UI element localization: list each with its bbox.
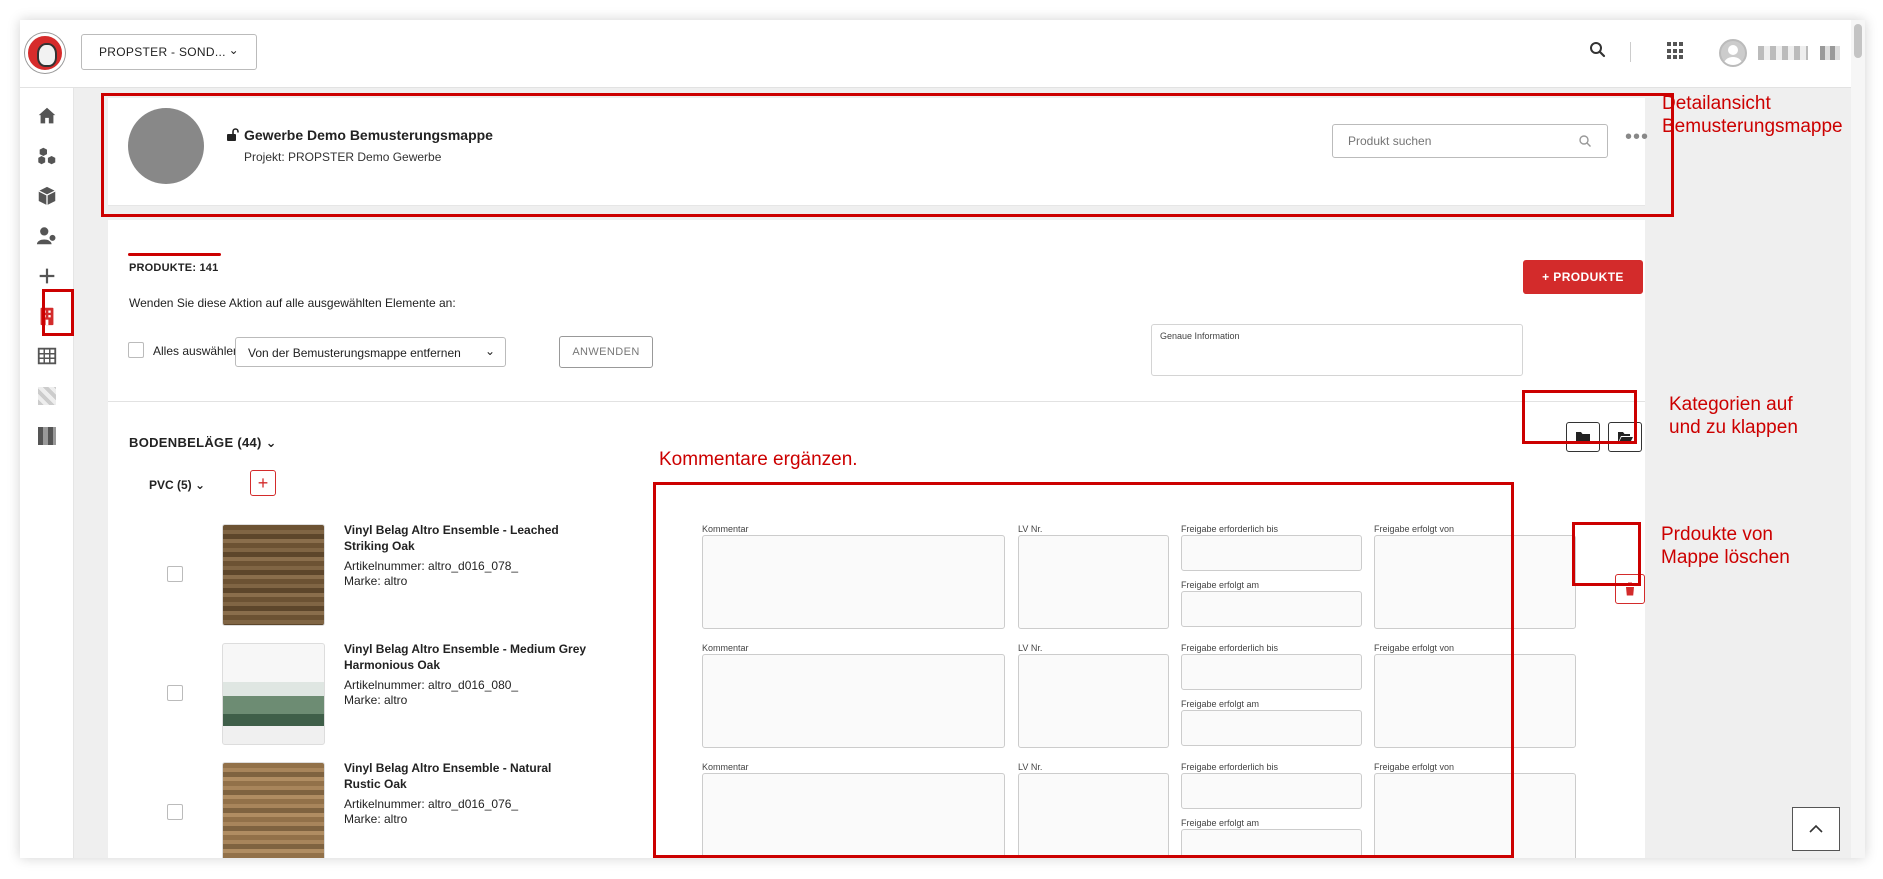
apply-button[interactable]: ANWENDEN	[559, 336, 653, 368]
product-name[interactable]: Vinyl Belag Altro Ensemble - Natural Rus…	[344, 760, 604, 792]
product-article: Artikelnummer: altro_d016_080_	[344, 678, 519, 692]
info-field-label: Genaue Information	[1160, 331, 1240, 341]
annotation-box-delete	[1572, 522, 1641, 586]
bulk-action-value: Von der Bemusterungsmappe entfernen	[248, 346, 461, 360]
select-all-label: Alles auswählen	[153, 344, 240, 358]
chevron-down-icon: ⌄	[195, 478, 206, 492]
category-title: BODENBELÄGE (44)	[129, 435, 262, 450]
add-to-subcategory-button[interactable]: +	[250, 470, 276, 496]
product-image[interactable]	[222, 524, 325, 626]
user-menu-blurred[interactable]	[1820, 46, 1840, 60]
chevron-down-icon: ⌄	[484, 344, 495, 358]
category-toggle[interactable]: BODENBELÄGE (44) ⌄	[129, 435, 277, 451]
products-count: PRODUKTE: 141	[129, 262, 219, 274]
box-icon	[38, 186, 56, 206]
annotation-detail: Detailansicht Bemusterungsmappe	[1662, 93, 1843, 137]
product-image[interactable]	[222, 762, 325, 858]
section-divider	[108, 401, 1645, 402]
sidebar	[20, 88, 74, 858]
app-window: PROPSTER - SOND... ⌄ Gewerbe Demo Bemust…	[20, 20, 1865, 858]
user-group-icon	[36, 227, 57, 245]
annotation-underline-products	[128, 253, 221, 256]
user-name-blurred[interactable]	[1758, 46, 1808, 60]
product-brand: Marke: altro	[344, 812, 408, 826]
bulk-action-hint: Wenden Sie diese Aktion auf alle ausgewä…	[129, 296, 456, 310]
sidebar-item-blurred-2[interactable]	[20, 416, 74, 456]
home-icon	[38, 107, 56, 124]
product-checkbox[interactable]	[167, 685, 183, 701]
product-checkbox[interactable]	[167, 804, 183, 820]
sidebar-item-products[interactable]	[20, 136, 74, 176]
sidebar-item-table[interactable]	[20, 336, 74, 376]
product-name[interactable]: Vinyl Belag Altro Ensemble - Medium Grey…	[344, 641, 604, 673]
top-bar: PROPSTER - SOND... ⌄	[20, 20, 1865, 88]
plus-icon	[39, 268, 55, 284]
project-selector-label: PROPSTER - SOND...	[99, 45, 226, 59]
logo-icon[interactable]	[25, 33, 65, 73]
product-name[interactable]: Vinyl Belag Altro Ensemble - Leached Str…	[344, 522, 604, 554]
scrollbar-thumb[interactable]	[1854, 24, 1862, 58]
add-products-button[interactable]: + PRODUKTE	[1523, 260, 1643, 294]
sidebar-item-home[interactable]	[20, 96, 74, 136]
product-image[interactable]	[222, 643, 325, 745]
product-article: Artikelnummer: altro_d016_076_	[344, 797, 519, 811]
sidebar-item-box[interactable]	[20, 176, 74, 216]
annotation-kategorien: Kategorien auf und zu klappen	[1669, 394, 1798, 438]
annotation-kommentare: Kommentare ergänzen.	[659, 449, 858, 470]
cubes-icon	[38, 147, 56, 165]
chevron-down-icon: ⌄	[228, 43, 239, 57]
blurred-nav-icon	[38, 427, 56, 445]
table-icon	[37, 347, 57, 365]
vertical-scrollbar[interactable]	[1851, 20, 1865, 858]
sidebar-item-blurred-1[interactable]	[20, 376, 74, 416]
bulk-action-select[interactable]: Von der Bemusterungsmappe entfernen ⌄	[235, 337, 506, 367]
annotation-loeschen: Prdoukte von Mappe löschen	[1661, 524, 1790, 568]
subcategory-toggle[interactable]: PVC (5) ⌄	[149, 478, 205, 492]
search-icon[interactable]	[1588, 40, 1608, 60]
scroll-to-top-button[interactable]	[1792, 807, 1840, 851]
annotation-box-sidebar	[42, 289, 74, 336]
sidebar-item-users[interactable]	[20, 216, 74, 256]
topbar-divider	[1630, 42, 1631, 62]
chevron-up-icon	[1809, 824, 1823, 833]
subcategory-title: PVC (5)	[149, 478, 192, 492]
product-brand: Marke: altro	[344, 574, 408, 588]
annotation-box-folders	[1522, 390, 1637, 444]
product-checkbox[interactable]	[167, 566, 183, 582]
annotation-box-fields	[653, 482, 1514, 858]
blurred-nav-icon	[38, 387, 56, 405]
select-all-checkbox[interactable]	[128, 342, 144, 358]
product-brand: Marke: altro	[344, 693, 408, 707]
project-selector[interactable]: PROPSTER - SOND... ⌄	[81, 34, 257, 70]
user-avatar-icon[interactable]	[1719, 39, 1747, 67]
info-field[interactable]: Genaue Information	[1151, 324, 1523, 376]
annotation-box-detail	[101, 93, 1674, 217]
product-article: Artikelnummer: altro_d016_078_	[344, 559, 519, 573]
apps-grid-icon[interactable]	[1667, 42, 1685, 60]
chevron-down-icon: ⌄	[265, 435, 277, 450]
